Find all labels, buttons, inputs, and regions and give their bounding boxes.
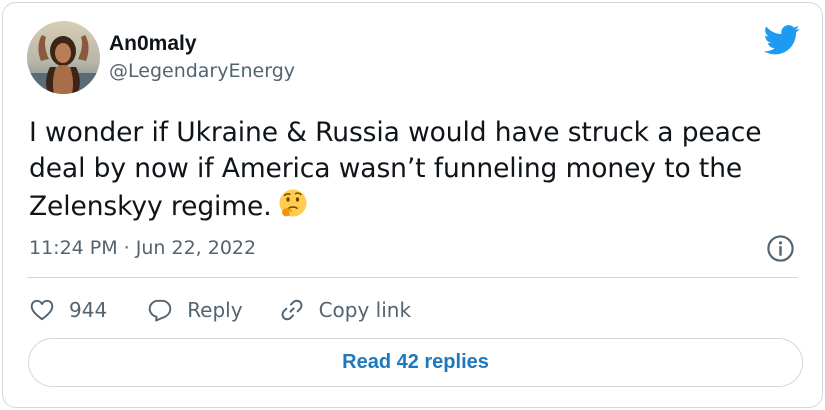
author-block: An0maly @LegendaryEnergy [109, 31, 295, 84]
reply-label: Reply [187, 298, 243, 322]
reply-button[interactable]: Reply [147, 297, 243, 323]
divider [27, 277, 798, 278]
tweet-text: I wonder if Ukraine & Russia would have … [29, 115, 809, 225]
heart-icon [30, 299, 54, 321]
like-button[interactable]: 944 [29, 297, 107, 323]
read-replies-label: Read 42 replies [342, 351, 489, 373]
twitter-bird-icon[interactable] [764, 25, 800, 55]
like-count: 944 [69, 298, 108, 322]
thinking-face-emoji [276, 187, 310, 221]
read-replies-button[interactable]: Read 42 replies [28, 338, 803, 387]
info-icon[interactable] [766, 234, 795, 263]
action-bar: 944 Reply Copy link [29, 293, 411, 327]
copy-link-label: Copy link [318, 298, 412, 322]
author-display-name[interactable]: An0maly [109, 31, 295, 57]
avatar[interactable] [27, 21, 100, 94]
author-handle[interactable]: @LegendaryEnergy [109, 58, 295, 84]
tweet-card: An0maly @LegendaryEnergy I wonder if Ukr… [2, 2, 823, 408]
reply-bubble-icon [148, 299, 172, 322]
copy-link-button[interactable]: Copy link [279, 297, 411, 323]
tweet-body: I wonder if Ukraine & Russia would have … [29, 117, 762, 222]
tweet-timestamp[interactable]: 11:24 PM · Jun 22, 2022 [29, 235, 256, 261]
link-icon [281, 299, 303, 321]
